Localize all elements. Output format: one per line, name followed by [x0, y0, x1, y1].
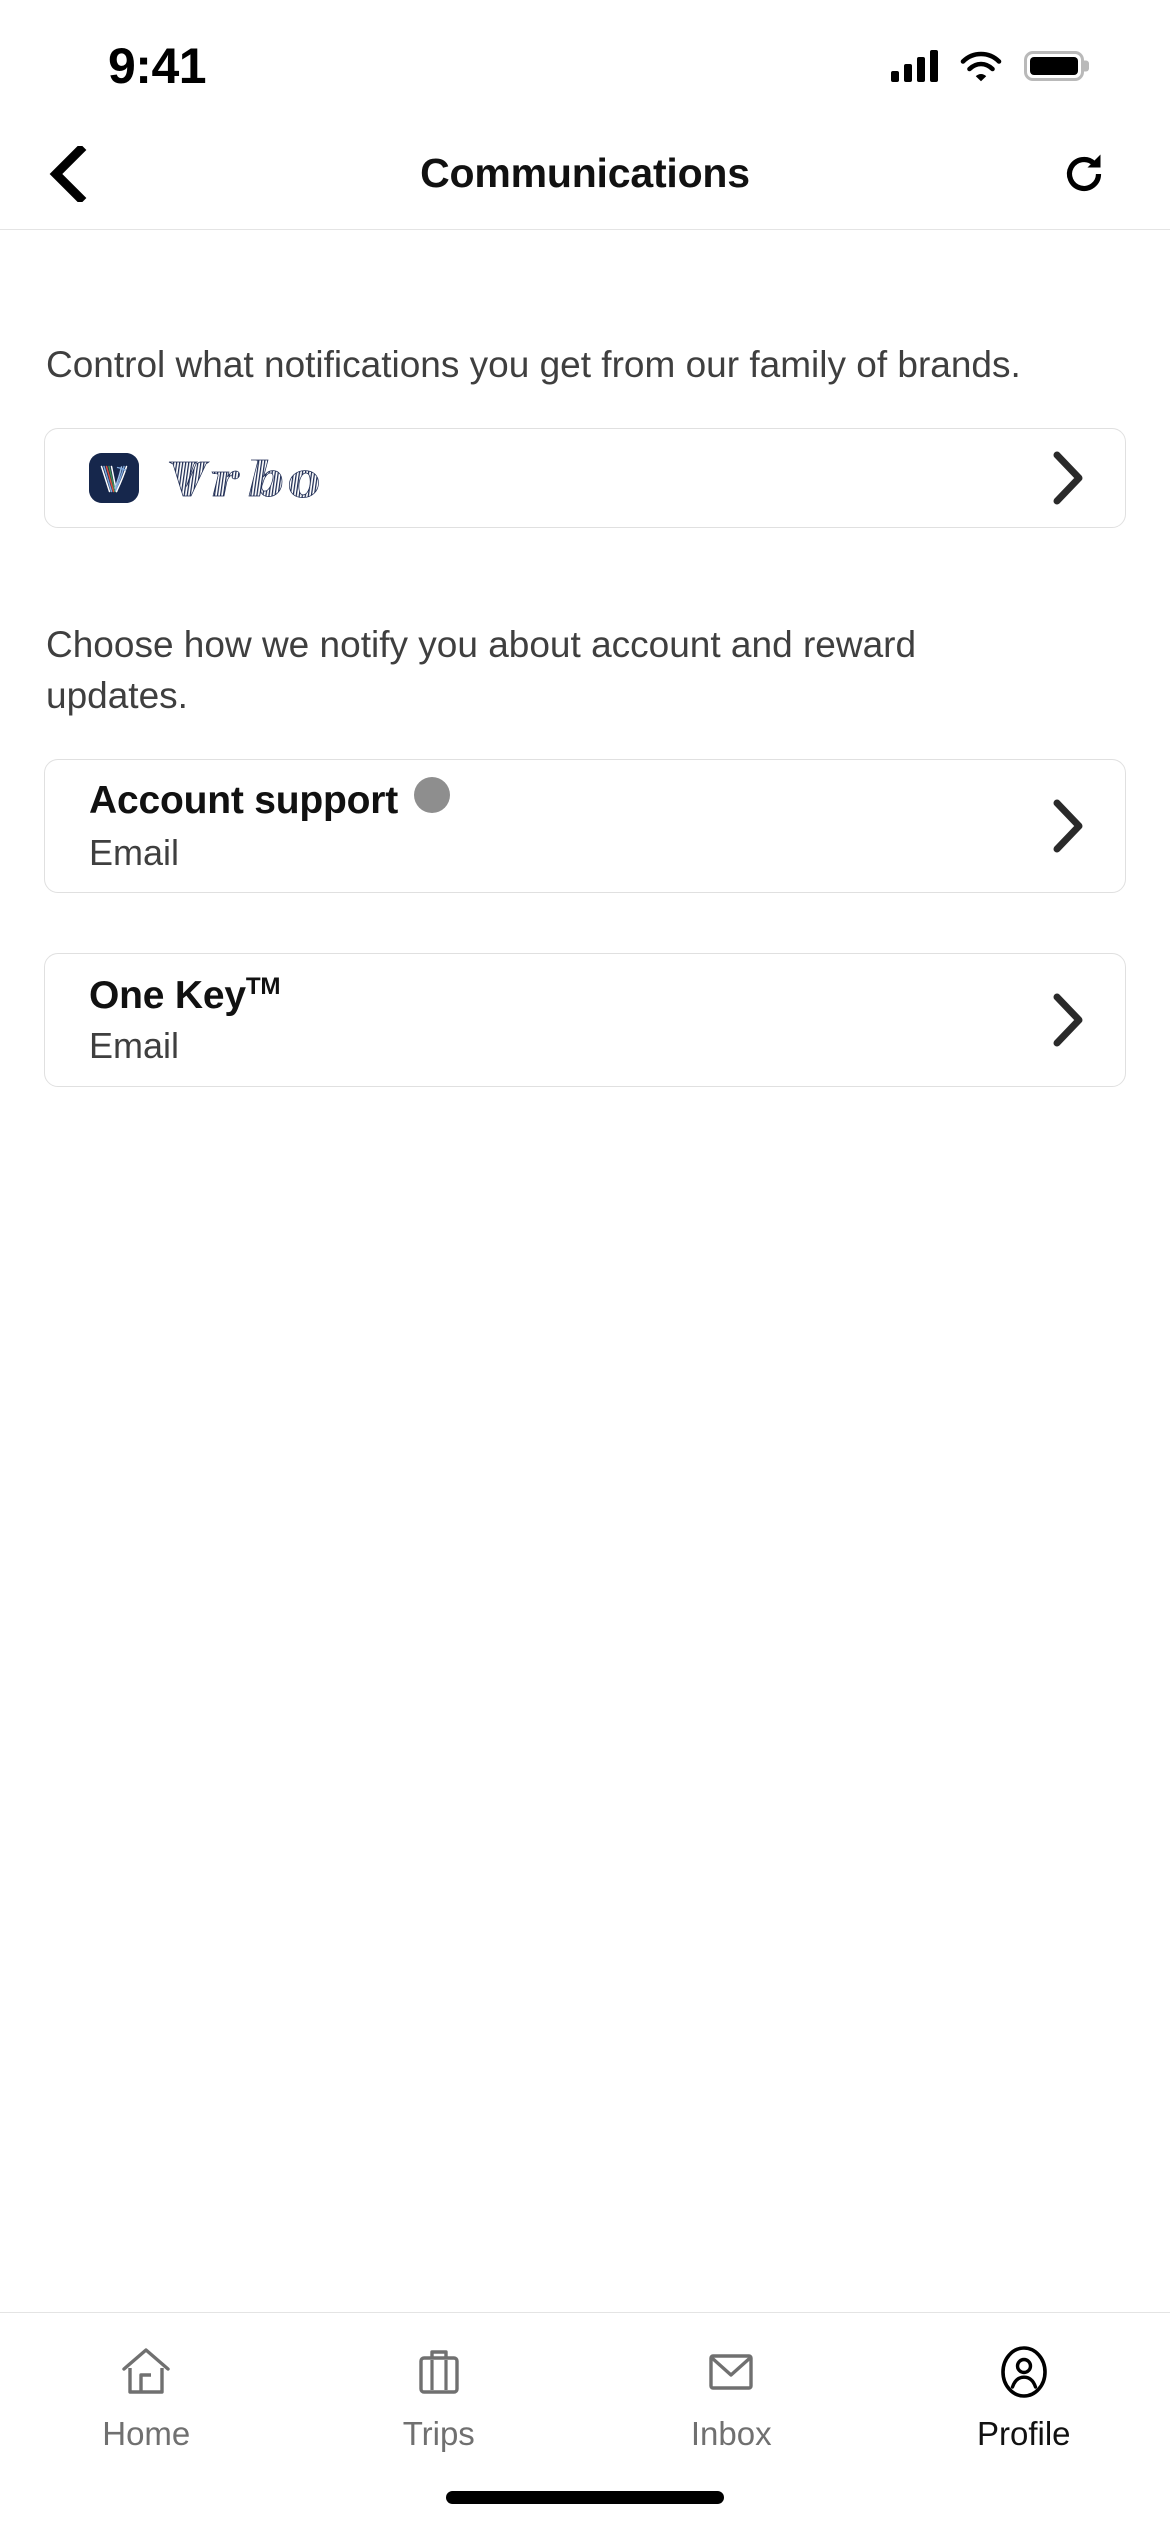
- bottom-tab-bar: Home Trips Inbox Profile: [0, 2312, 1170, 2532]
- preference-card-text: Account support Email: [89, 777, 450, 874]
- refresh-button[interactable]: [1046, 136, 1122, 212]
- preference-title: One KeyTM: [89, 972, 281, 1018]
- tab-trips[interactable]: Trips: [293, 2343, 586, 2453]
- preference-card-text: One KeyTM Email: [89, 972, 281, 1067]
- tab-home[interactable]: Home: [0, 2343, 293, 2453]
- preference-subtitle: Email: [89, 832, 180, 874]
- chevron-left-icon: [49, 145, 87, 202]
- person-circle-icon: [1000, 2346, 1047, 2398]
- card-gap: [44, 893, 1126, 915]
- tab-label: Profile: [976, 2415, 1071, 2452]
- tab-label: Inbox: [690, 2415, 772, 2452]
- main-content: Control what notifications you get from …: [0, 230, 1170, 1087]
- back-button[interactable]: [30, 136, 106, 212]
- chevron-right-icon: [1053, 451, 1083, 505]
- status-time: 9:41: [108, 38, 207, 94]
- content-top-spacer: [44, 230, 1126, 340]
- tab-label: Trips: [402, 2415, 475, 2452]
- tab-label: Home: [102, 2415, 191, 2452]
- account-section-description: Choose how we notify you about account a…: [46, 624, 917, 716]
- vrbo-wordmark-icon: [168, 459, 319, 499]
- page-title: Communications: [420, 150, 750, 196]
- envelope-icon: [709, 2354, 753, 2390]
- preference-subtitle: Email: [89, 1024, 180, 1066]
- tab-profile[interactable]: Profile: [878, 2343, 1170, 2453]
- wifi-icon: [960, 50, 1002, 82]
- preference-card-account-support[interactable]: Account support Email: [44, 758, 1126, 893]
- status-badge: [413, 777, 450, 814]
- chevron-right-icon: [1053, 993, 1083, 1047]
- preference-title-row: One KeyTM: [89, 972, 281, 1018]
- chevron-right-icon: [1053, 799, 1083, 853]
- battery-full-icon: [1024, 51, 1084, 81]
- cellular-signal-icon: [891, 50, 938, 82]
- status-bar: 9:41: [0, 0, 1170, 118]
- status-indicators: [891, 50, 1084, 82]
- home-indicator: [446, 2491, 724, 2504]
- suitcase-icon: [419, 2350, 459, 2394]
- preference-title-text: One Key: [89, 973, 246, 1017]
- tab-inbox[interactable]: Inbox: [585, 2343, 878, 2453]
- preference-title: Account support: [89, 779, 398, 823]
- nav-header: Communications: [0, 118, 1170, 230]
- trademark-symbol: TM: [245, 972, 281, 1000]
- brand-card-vrbo[interactable]: [44, 428, 1126, 529]
- home-icon: [122, 2348, 170, 2394]
- preference-title-row: Account support: [89, 777, 450, 825]
- brand-card-identity: [89, 453, 375, 504]
- brands-section-description: Control what notifications you get from …: [46, 344, 1021, 385]
- preference-card-one-key[interactable]: One KeyTM Email: [44, 952, 1126, 1087]
- vrbo-logo-icon: [89, 453, 139, 504]
- refresh-icon: [1066, 154, 1102, 191]
